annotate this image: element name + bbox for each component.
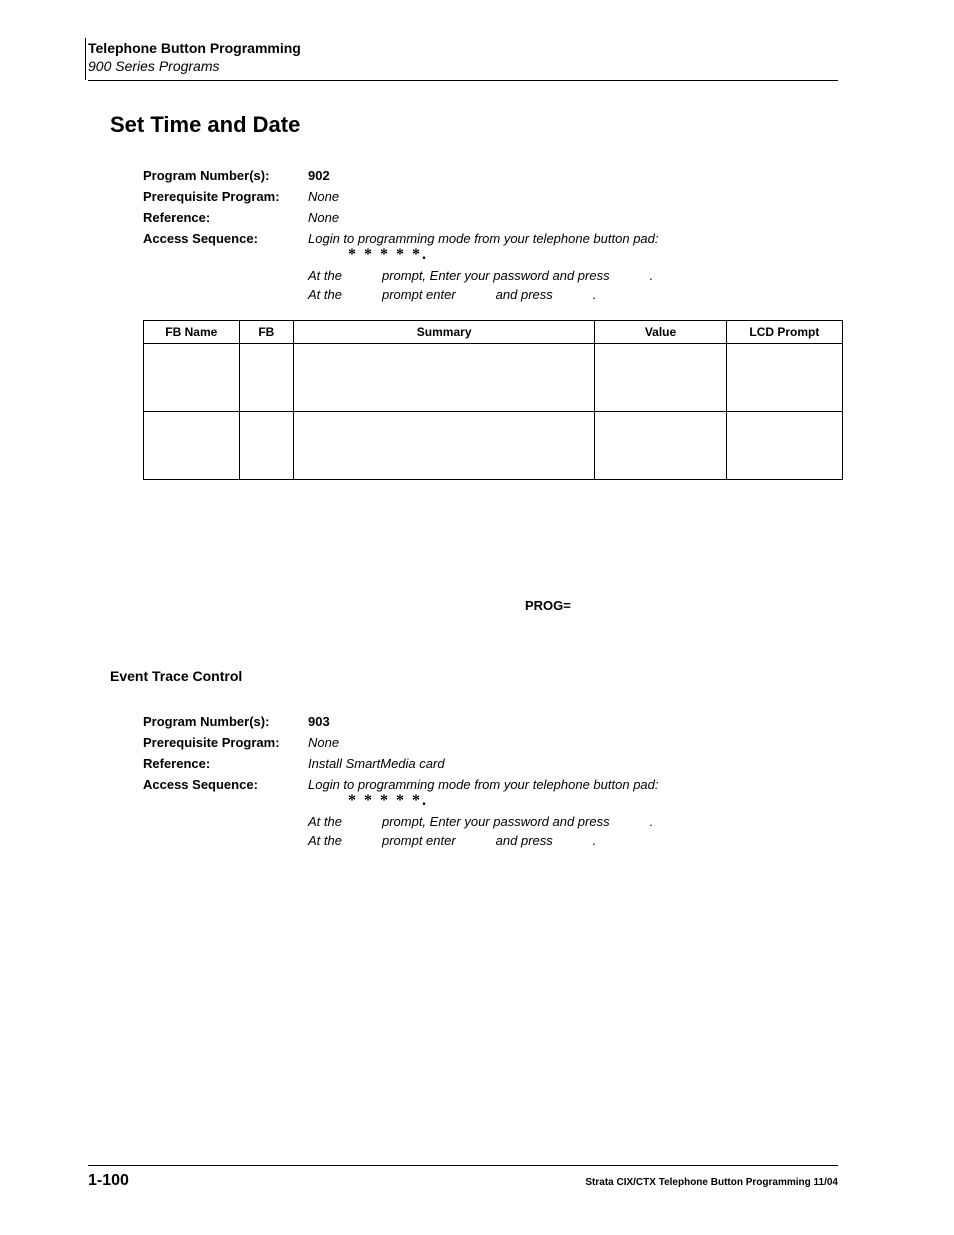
text-fragment: At the bbox=[308, 268, 342, 283]
program-number-value: 903 bbox=[308, 714, 330, 729]
reference-row: Reference: None bbox=[143, 210, 843, 225]
text-fragment: . bbox=[593, 287, 597, 302]
access-sequence-label: Access Sequence: bbox=[143, 231, 308, 302]
prerequisite-label: Prerequisite Program: bbox=[143, 735, 308, 750]
reference-label: Reference: bbox=[143, 210, 308, 225]
text-fragment: At the bbox=[308, 814, 342, 829]
footer-text: Strata CIX/CTX Telephone Button Programm… bbox=[585, 1177, 838, 1188]
page-content: Telephone Button Programming 900 Series … bbox=[88, 40, 843, 848]
access-sequence-body: Login to programming mode from your tele… bbox=[308, 777, 843, 848]
access-sequence-label: Access Sequence: bbox=[143, 777, 308, 848]
header-left-rule bbox=[85, 38, 86, 80]
col-header-lcd-prompt: LCD Prompt bbox=[726, 321, 842, 344]
prerequisite-row: Prerequisite Program: None bbox=[143, 735, 843, 750]
reference-value: None bbox=[308, 210, 339, 225]
access-sequence-line2: At the prompt, Enter your password and p… bbox=[308, 814, 843, 829]
reference-row: Reference: Install SmartMedia card bbox=[143, 756, 843, 771]
keypad-sequence-stars: * * * * *. bbox=[348, 792, 843, 810]
access-sequence-line3: At the prompt enter and press . bbox=[308, 287, 843, 302]
section1-meta-block: Program Number(s): 902 Prerequisite Prog… bbox=[143, 168, 843, 302]
access-sequence-line1: Login to programming mode from your tele… bbox=[308, 231, 843, 246]
section2-meta-block: Program Number(s): 903 Prerequisite Prog… bbox=[143, 714, 843, 848]
running-header-title: Telephone Button Programming bbox=[88, 40, 843, 56]
page-number: 1-100 bbox=[88, 1172, 129, 1190]
access-sequence-line1: Login to programming mode from your tele… bbox=[308, 777, 843, 792]
program-number-value: 902 bbox=[308, 168, 330, 183]
col-header-value: Value bbox=[595, 321, 727, 344]
access-sequence-line3: At the prompt enter and press . bbox=[308, 833, 843, 848]
program-number-label: Program Number(s): bbox=[143, 714, 308, 729]
prog-equals-label: PROG= bbox=[525, 598, 843, 613]
text-fragment: . bbox=[650, 268, 654, 283]
program-number-row: Program Number(s): 902 bbox=[143, 168, 843, 183]
col-header-fb-name: FB Name bbox=[144, 321, 240, 344]
header-rule bbox=[88, 80, 838, 81]
text-fragment: At the bbox=[308, 833, 342, 848]
running-header-subtitle: 900 Series Programs bbox=[88, 58, 843, 74]
keypad-sequence-stars: * * * * *. bbox=[348, 246, 843, 264]
text-fragment: prompt enter bbox=[382, 833, 456, 848]
col-header-fb: FB bbox=[239, 321, 293, 344]
col-header-summary: Summary bbox=[294, 321, 595, 344]
access-sequence-line2: At the prompt, Enter your password and p… bbox=[308, 268, 843, 283]
text-fragment: prompt, Enter your password and press bbox=[382, 268, 610, 283]
section-title-event-trace-control: Event Trace Control bbox=[110, 668, 843, 684]
text-fragment: . bbox=[593, 833, 597, 848]
reference-label: Reference: bbox=[143, 756, 308, 771]
access-sequence-row: Access Sequence: Login to programming mo… bbox=[143, 777, 843, 848]
text-fragment: prompt enter bbox=[382, 287, 456, 302]
prerequisite-value: None bbox=[308, 189, 339, 204]
fb-table: FB Name FB Summary Value LCD Prompt bbox=[143, 320, 843, 480]
access-sequence-body: Login to programming mode from your tele… bbox=[308, 231, 843, 302]
prerequisite-row: Prerequisite Program: None bbox=[143, 189, 843, 204]
section-title-set-time-and-date: Set Time and Date bbox=[110, 112, 843, 138]
table-header-row: FB Name FB Summary Value LCD Prompt bbox=[144, 321, 843, 344]
program-number-row: Program Number(s): 903 bbox=[143, 714, 843, 729]
text-fragment: and press bbox=[496, 287, 553, 302]
prerequisite-label: Prerequisite Program: bbox=[143, 189, 308, 204]
table-row bbox=[144, 412, 843, 480]
reference-value: Install SmartMedia card bbox=[308, 756, 445, 771]
program-number-label: Program Number(s): bbox=[143, 168, 308, 183]
page-footer: 1-100 Strata CIX/CTX Telephone Button Pr… bbox=[88, 1165, 838, 1190]
text-fragment: At the bbox=[308, 287, 342, 302]
text-fragment: and press bbox=[496, 833, 553, 848]
prerequisite-value: None bbox=[308, 735, 339, 750]
footer-rule bbox=[88, 1165, 838, 1166]
table-row bbox=[144, 344, 843, 412]
access-sequence-row: Access Sequence: Login to programming mo… bbox=[143, 231, 843, 302]
text-fragment: . bbox=[650, 814, 654, 829]
text-fragment: prompt, Enter your password and press bbox=[382, 814, 610, 829]
